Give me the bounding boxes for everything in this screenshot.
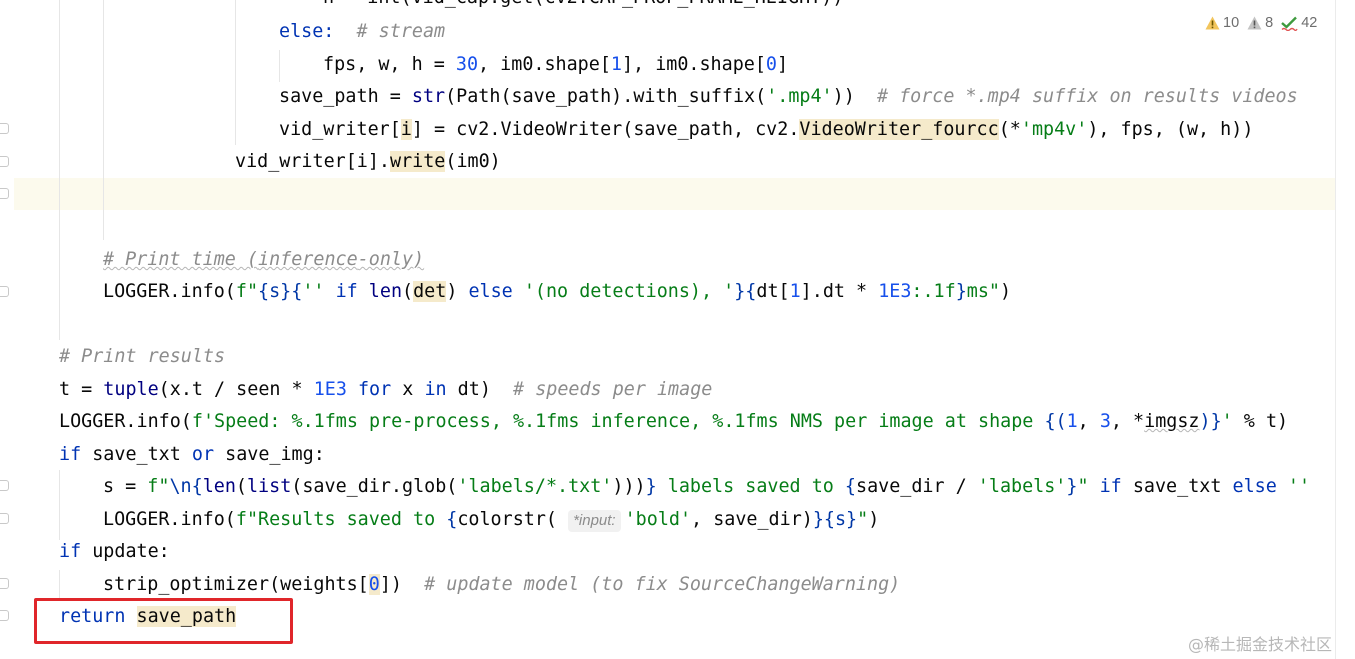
inspection-widget[interactable]: 10 8 42 <box>1205 12 1318 34</box>
indent-guide <box>279 50 280 82</box>
right-margin-guide <box>1335 0 1336 659</box>
code-line[interactable]: if save_txt or save_img: <box>59 440 325 470</box>
code-line[interactable]: t = tuple(x.t / seen * 1E3 for x in dt) … <box>59 375 712 405</box>
typos-indicator[interactable]: 42 <box>1281 15 1317 31</box>
code-line[interactable]: strip_optimizer(weights[0]) # update mod… <box>103 570 900 600</box>
fold-marker-icon[interactable] <box>0 286 9 297</box>
weak-warnings-indicator[interactable]: 8 <box>1247 15 1273 31</box>
code-line[interactable]: LOGGER.info(f"{s}{'' if len(det) else '(… <box>103 277 1011 307</box>
indent-guide <box>103 0 104 240</box>
code-line[interactable]: vid_writer[i] = cv2.VideoWriter(save_pat… <box>279 115 1253 145</box>
code-line[interactable]: fps, w, h = 30, im0.shape[1], im0.shape[… <box>323 50 788 80</box>
code-line[interactable]: else: # stream <box>279 17 445 47</box>
warnings-indicator[interactable]: 10 <box>1205 15 1239 31</box>
keyword: else: <box>279 21 335 42</box>
typo-check-icon <box>1281 16 1298 31</box>
annotation-highlight-box <box>34 598 293 644</box>
comment: # force *.mp4 suffix on results videos <box>876 86 1298 107</box>
typos-count: 42 <box>1301 15 1318 31</box>
comment: # Print time (inference-only) <box>103 249 425 270</box>
code-line[interactable]: LOGGER.info(f'Speed: %.1fms pre-process,… <box>59 407 1288 437</box>
warning-icon <box>1205 16 1220 30</box>
fold-marker-icon[interactable] <box>0 513 9 524</box>
code-line[interactable]: # Print time (inference-only) <box>103 245 424 275</box>
weak-warning-icon <box>1247 16 1262 30</box>
parameter-hint: *input: <box>568 510 621 532</box>
indent-guide <box>59 570 60 600</box>
code-editor[interactable]: h = int(vid_cap.get(cv2.CAP_PROP_FRAME_H… <box>0 0 1355 659</box>
code-line[interactable]: s = f"\n{len(list(save_dir.glob('labels/… <box>103 472 1310 502</box>
fold-marker-icon[interactable] <box>0 156 9 167</box>
code-line[interactable]: if update: <box>59 537 170 567</box>
code-line[interactable]: save_path = str(Path(save_path).with_suf… <box>279 82 1298 112</box>
indent-guide <box>59 470 60 540</box>
comment: # Print results <box>59 346 226 367</box>
code-line[interactable]: h = int(vid_cap.get(cv2.CAP_PROP_FRAME_H… <box>323 0 843 13</box>
fold-marker-icon[interactable] <box>0 188 9 199</box>
comment: # speeds per image <box>513 379 713 400</box>
code-line[interactable]: vid_writer[i].write(im0) <box>235 147 501 177</box>
fold-marker-icon[interactable] <box>0 123 9 134</box>
watermark: @稀土掘金技术社区 <box>1188 635 1333 654</box>
fold-marker-icon[interactable] <box>0 578 9 589</box>
comment: # update model (to fix SourceChangeWarni… <box>424 574 901 595</box>
comment: # stream <box>356 21 446 42</box>
current-line-highlight <box>0 178 1335 210</box>
weak-warnings-count: 8 <box>1265 15 1274 31</box>
editor-gutter <box>0 0 14 659</box>
code-line[interactable]: # Print results <box>59 342 225 372</box>
fold-marker-icon[interactable] <box>0 610 9 621</box>
indent-guide <box>59 0 60 340</box>
warnings-count: 10 <box>1223 15 1240 31</box>
fold-marker-icon[interactable] <box>0 480 9 491</box>
code-line[interactable]: LOGGER.info(f"Results saved to {colorstr… <box>103 505 879 535</box>
indent-guide <box>235 0 236 145</box>
